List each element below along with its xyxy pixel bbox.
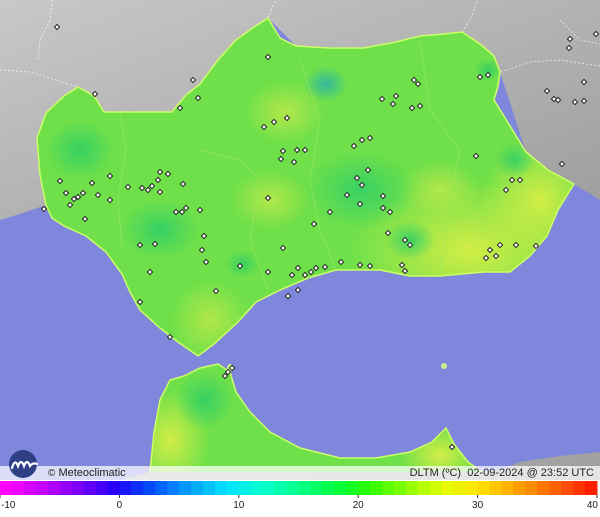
color-scale-ticks: -10 0 10 20 30 40 [0, 495, 598, 511]
color-scale-segment [501, 481, 514, 495]
color-scale-legend: -10 0 10 20 30 40 [0, 481, 598, 511]
color-scale-segment [441, 481, 455, 495]
color-scale-segment [35, 481, 49, 495]
color-scale-segment [561, 481, 574, 495]
color-scale-segment [191, 481, 204, 495]
color-scale-segment [11, 481, 25, 495]
color-scale-segment [131, 481, 144, 495]
color-scale-segment [513, 481, 526, 495]
color-scale-segment [525, 481, 538, 495]
color-scale-segment [107, 481, 120, 495]
color-scale-segment [238, 481, 252, 495]
color-scale-segment [453, 481, 467, 495]
color-scale-segment [310, 481, 323, 495]
color-scale-segment [549, 481, 562, 495]
color-scale-segment [167, 481, 180, 495]
color-scale-segment [143, 481, 156, 495]
color-scale-segment [179, 481, 192, 495]
color-scale-segment [0, 481, 13, 495]
scale-tick-label: -10 [1, 500, 16, 511]
color-scale-segment [250, 481, 264, 495]
scale-tick-label: 10 [233, 500, 245, 511]
color-scale-segment [334, 481, 347, 495]
color-scale-segment [226, 481, 240, 495]
color-scale-segment [95, 481, 108, 495]
color-scale-segment [477, 481, 491, 495]
color-scale-segment [155, 481, 168, 495]
color-scale-segment [573, 481, 586, 495]
brand-name: Meteoclimatic [58, 467, 126, 479]
color-scale-segment [71, 481, 85, 495]
color-scale-segment [262, 481, 276, 495]
color-scale-segment [585, 481, 598, 495]
color-scale-segment [429, 481, 443, 495]
color-scale-segment [417, 481, 431, 495]
color-scale-segment [47, 481, 61, 495]
color-scale-segment [322, 481, 335, 495]
color-scale-segment [214, 481, 228, 495]
color-scale-segment [202, 481, 216, 495]
color-scale-segment [405, 481, 419, 495]
variable-label: DLTM (ºC) [409, 467, 462, 479]
meteoclimatic-logo-icon[interactable] [3, 448, 47, 478]
color-scale-segment [298, 481, 311, 495]
color-scale-segment [358, 481, 371, 495]
date-label: 02-09-2024 [467, 467, 524, 479]
color-scale-segment [119, 481, 132, 495]
color-scale-segment [83, 481, 97, 495]
scale-tick-label: 20 [353, 500, 365, 511]
color-scale-segment [537, 481, 550, 495]
color-scale-segment [286, 481, 299, 495]
scale-tick-label: 0 [117, 500, 123, 511]
brand-credit[interactable]: © Meteoclimatic [48, 467, 126, 479]
color-scale-segment [489, 481, 502, 495]
color-scale-segment [465, 481, 479, 495]
color-scale-segment [382, 481, 395, 495]
alboran-island [441, 363, 447, 369]
scale-tick-label: 40 [587, 500, 599, 511]
color-scale-segment [394, 481, 407, 495]
color-scale-segment [59, 481, 73, 495]
scale-tick-label: 30 [472, 500, 484, 511]
color-scale-segment [23, 481, 37, 495]
color-scale-segment [370, 481, 383, 495]
at-symbol: @ [526, 467, 538, 479]
color-scale-bar [0, 481, 598, 495]
color-scale-segment [274, 481, 288, 495]
temperature-map[interactable] [0, 0, 600, 480]
color-scale-segment [346, 481, 359, 495]
copyright-symbol: © [48, 468, 56, 479]
map-caption: DLTM (ºC) 02-09-2024 @ 23:52 UTC [410, 467, 594, 479]
time-label: 23:52 UTC [540, 467, 594, 479]
